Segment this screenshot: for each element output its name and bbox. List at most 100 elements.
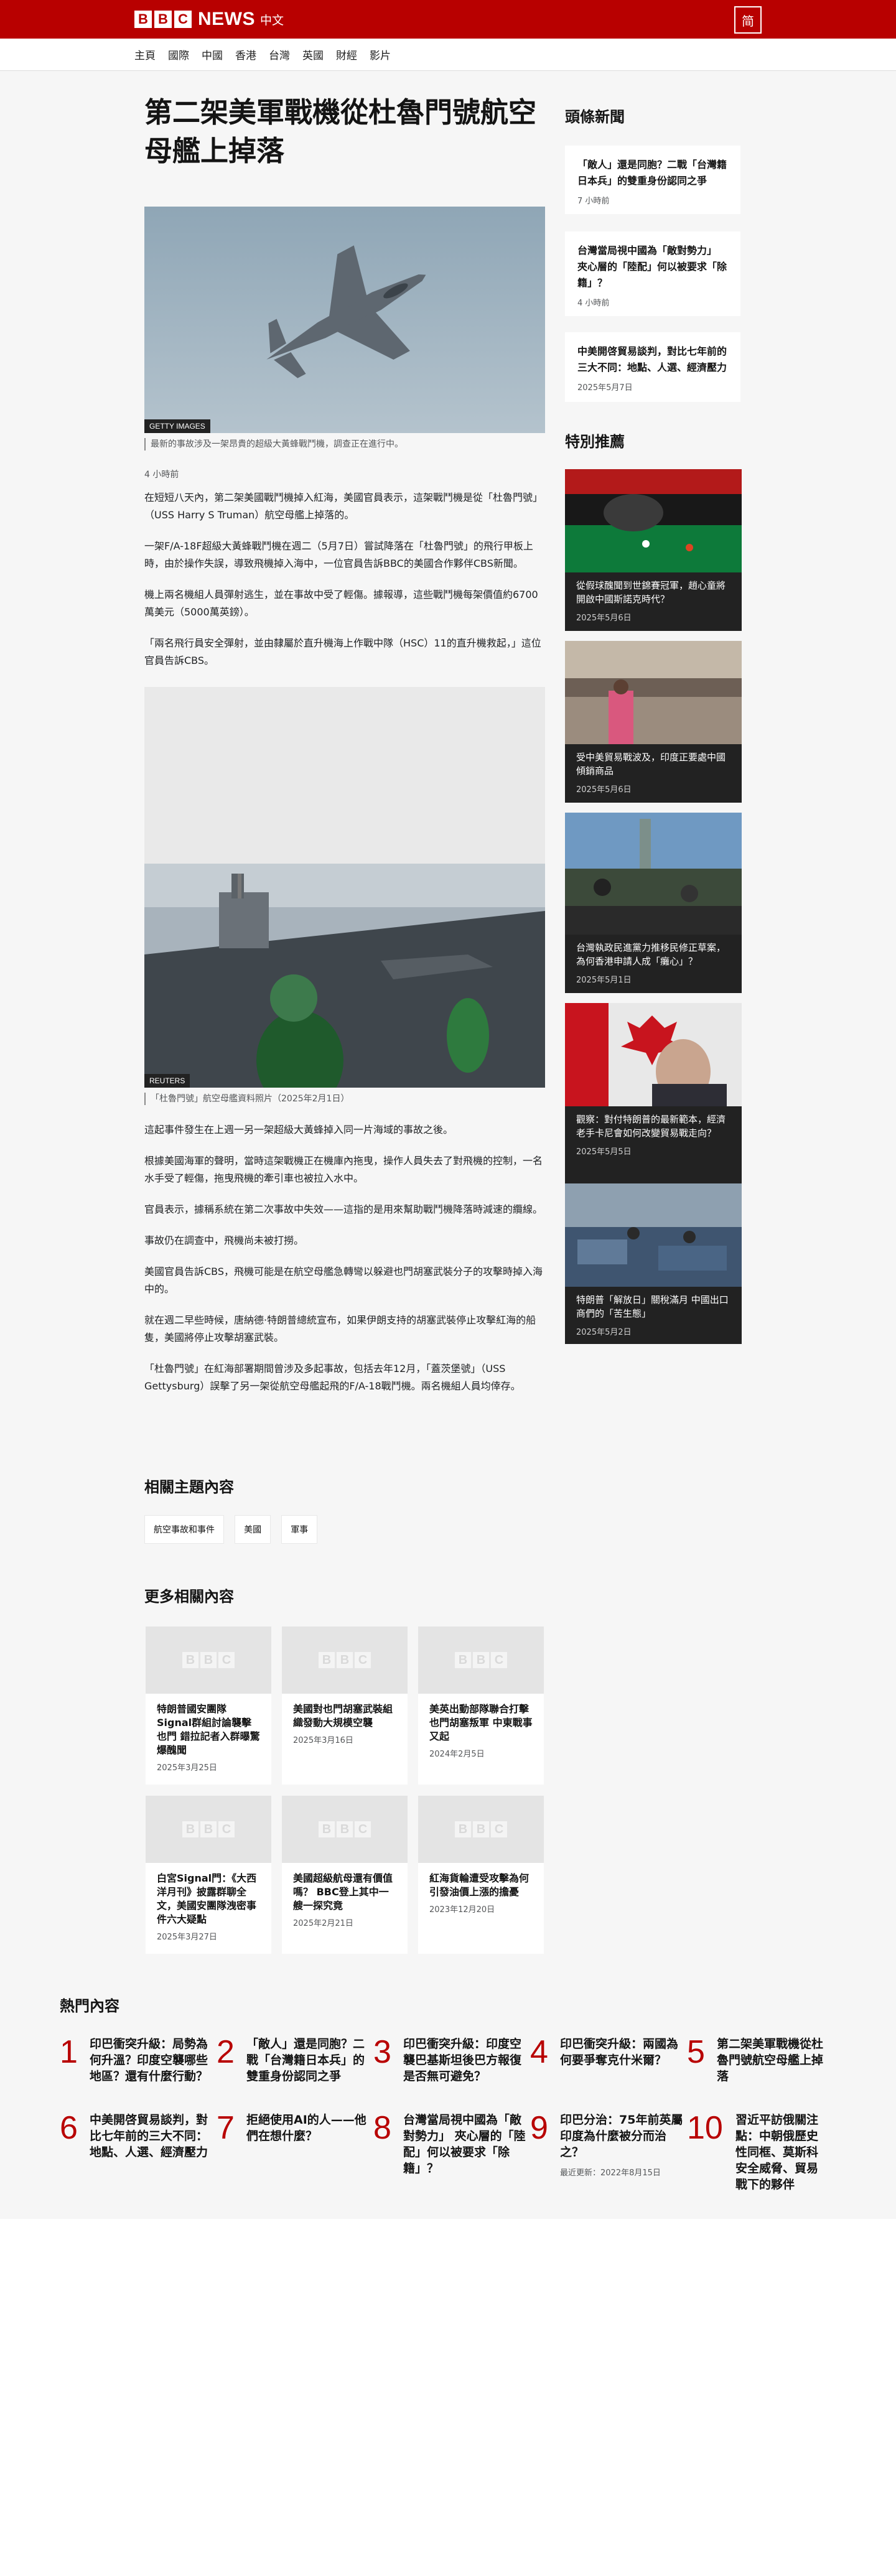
features-heading: 特別推薦 (565, 433, 625, 450)
card-title: 白宮Signal門：《大西洋月刊》披露群聊全文，美國安團隊洩密事件六大疑點 (157, 1872, 257, 1925)
feature-card[interactable]: 受中美貿易戰波及，印度正要處中國傾銷商品 2025年5月6日 (565, 641, 742, 803)
feature-date: 2025年5月5日 (576, 1147, 632, 1157)
article-paragraph: 一架F/A-18F超級大黃蜂戰鬥機在週二（5月7日）嘗試降落在「杜魯門號」的飛行… (144, 540, 533, 569)
popular-title: 習近平訪俄關注點：中朝俄歷史性同框、莫斯科安全威脅、貿易戰下的夥伴 (735, 2113, 819, 2191)
nav-item-video[interactable]: 影片 (370, 47, 391, 62)
image-credit: REUTERS (144, 1074, 190, 1088)
nav-item-uk[interactable]: 英國 (302, 47, 324, 62)
feature-title: 從假球醜聞到世錦賽冠軍，趙心童將開啟中國斯諾克時代？ (576, 580, 726, 605)
logo-letter: C (174, 11, 192, 28)
card-date: 2023年12月20日 (429, 1905, 495, 1915)
card-thumbnail: BBC (418, 1796, 544, 1863)
card-date: 2025年3月25日 (157, 1763, 217, 1773)
article-paragraph: 機上兩名機組人員彈射逃生，並在事故中受了輕傷。據報導，這些戰鬥機每架價值約670… (144, 589, 538, 618)
popular-heading: 熱門內容 (60, 1997, 119, 2015)
article-paragraph: 「杜魯門號」在紅海部署期間曾涉及多起事故，包括去年12月，「蓋茨堡號」（USS … (144, 1363, 521, 1392)
more-related-heading: 更多相關內容 (144, 1588, 234, 1605)
popular-title: 「敵人」還是同胞？二戰「台灣籍日本兵」的雙重身份認同之爭 (246, 2037, 365, 2083)
popular-item[interactable]: 1 印巴衝突升級：局勢為何升溫？印度空襲哪些地區？還有什麼行動？ (60, 2036, 214, 2084)
jet-image: GETTY IMAGES (144, 207, 545, 433)
snooker-illustration (565, 469, 742, 572)
related-card[interactable]: BBC 白宮Signal門：《大西洋月刊》披露群聊全文，美國安團隊洩密事件六大疑… (146, 1796, 271, 1954)
article-title: 第二架美軍戰機從杜魯門號航空母艦上掉落 (144, 96, 537, 167)
card-title: 美國對也門胡塞武裝組織發動大規模空襲 (293, 1703, 393, 1729)
article-paragraph: 美國官員告訴CBS，飛機可能是在航空母艦急轉彎以躲避也門胡塞武裝分子的攻擊時掉入… (144, 1266, 543, 1295)
related-card[interactable]: BBC 美國超級航母還有價值嗎？ BBC登上其中一艘一探究竟 2025年2月21… (282, 1796, 408, 1954)
site-header: B B C NEWS 中文 简 (0, 0, 896, 39)
topic-tag[interactable]: 美國 (235, 1515, 271, 1544)
fighter-jet-illustration (144, 207, 545, 433)
feature-card[interactable]: 特朗普「解放日」關稅滿月 中國出口商們的「苦生態」 2025年5月2日 (565, 1183, 742, 1344)
popular-item[interactable]: 8 台灣當局視中國為「敵對勢力」 夾心層的「陸配」何以被要求「除籍」？ (373, 2112, 528, 2177)
bbc-news-logo[interactable]: B B C NEWS 中文 (134, 9, 284, 30)
feature-card[interactable]: 台灣執政民進黨力推移民修正草案，為何香港申請人成「癱心」？ 2025年5月1日 (565, 813, 742, 993)
nav-item-world[interactable]: 國際 (168, 47, 189, 62)
popular-item[interactable]: 6 中美開啓貿易談判，對比七年前的三大不同：地點、人選、經濟壓力 (60, 2112, 214, 2160)
popular-item[interactable]: 3 印巴衝突升級：印度空襲巴基斯坦後巴方報復是否無可避免？ (373, 2036, 528, 2084)
article-paragraph: 事故仍在調查中，飛機尚未被打撈。 (144, 1234, 304, 1246)
feature-date: 2025年5月2日 (576, 1328, 632, 1337)
popular-item[interactable]: 2 「敵人」還是同胞？二戰「台灣籍日本兵」的雙重身份認同之爭 (217, 2036, 371, 2084)
aircraft-carrier-illustration (144, 864, 545, 1088)
popular-rank: 4 (530, 2034, 548, 2070)
popular-rank: 8 (373, 2110, 391, 2146)
top-story[interactable]: 「敵人」還是同胞？二戰「台灣籍日本兵」的雙重身份認同之爭 7 小時前 (565, 146, 740, 214)
bbc-placeholder-icon: BBC (182, 1821, 235, 1837)
feature-date: 2025年5月6日 (576, 785, 632, 795)
topic-tag[interactable]: 航空事故和事件 (144, 1515, 224, 1544)
feature-title: 特朗普「解放日」關稅滿月 中國出口商們的「苦生態」 (576, 1294, 729, 1319)
topic-tag[interactable]: 軍事 (281, 1515, 318, 1544)
popular-rank: 10 (687, 2110, 723, 2146)
card-thumbnail: BBC (418, 1626, 544, 1694)
lead-figure: GETTY IMAGES 最新的事故涉及一架昂貴的超級大黃蜂戰鬥機，調查正在進行… (144, 207, 545, 450)
article-paragraph: 這起事件發生在上週一另一架超級大黃蜂掉入同一片海域的事故之後。 (144, 1124, 454, 1136)
bbc-placeholder-icon: BBC (182, 1652, 235, 1668)
popular-item[interactable]: 9 印巴分治：75年前英屬印度為什麼被分而治之？ 最近更新：2022年8月15日 (530, 2112, 684, 2182)
top-story-date: 2025年5月7日 (577, 383, 633, 393)
popular-item[interactable]: 5 第二架美軍戰機從杜魯門號航空母艦上掉落 (687, 2036, 836, 2084)
article-paragraph: 根據美國海軍的聲明，當時這架戰機正在機庫內拖曳，操作人員失去了對飛機的控制，一名… (144, 1155, 543, 1184)
garment-workshop-illustration (565, 1183, 742, 1287)
top-story-date: 4 小時前 (577, 299, 610, 308)
bbc-blocks: B B C (134, 11, 192, 28)
related-card[interactable]: BBC 美國對也門胡塞武裝組織發動大規模空襲 2025年3月16日 (282, 1626, 408, 1785)
nav-item-china[interactable]: 中國 (202, 47, 223, 62)
popular-title: 印巴分治：75年前英屬印度為什麼被分而治之？ (560, 2113, 683, 2159)
top-story-date: 7 小時前 (577, 197, 610, 206)
card-thumbnail: BBC (146, 1626, 271, 1694)
top-story-title: 「敵人」還是同胞？二戰「台灣籍日本兵」的雙重身份認同之爭 (577, 159, 727, 187)
popular-rank: 9 (530, 2110, 548, 2146)
card-thumbnail: BBC (282, 1796, 408, 1863)
bbc-placeholder-icon: BBC (455, 1821, 507, 1837)
card-date: 2025年3月16日 (293, 1736, 353, 1745)
popular-item[interactable]: 7 拒絕使用AI的人——他們在想什麼？ (217, 2112, 371, 2144)
popular-item[interactable]: 10 習近平訪俄關注點：中朝俄歷史性同框、莫斯科安全威脅、貿易戰下的夥伴 (687, 2112, 836, 2193)
image-credit: GETTY IMAGES (144, 419, 210, 433)
popular-title: 中美開啓貿易談判，對比七年前的三大不同：地點、人選、經濟壓力 (90, 2113, 208, 2159)
textile-factory-illustration (565, 641, 742, 744)
popular-rank: 3 (373, 2034, 391, 2070)
taipei-street-illustration (565, 813, 742, 935)
nav-item-home[interactable]: 主頁 (134, 47, 156, 62)
script-switch-button[interactable]: 简 (734, 6, 762, 34)
feature-card[interactable]: 從假球醜聞到世錦賽冠軍，趙心童將開啟中國斯諾克時代？ 2025年5月6日 (565, 469, 742, 631)
popular-title: 印巴衝突升級：兩國為何要爭奪克什米爾？ (560, 2037, 679, 2067)
feature-image-carney (565, 1003, 742, 1106)
card-title: 特朗普國安團隊Signal群組討論襲擊也門 錯拉記者入群曝驚爆醜聞 (157, 1703, 260, 1756)
related-card[interactable]: BBC 特朗普國安團隊Signal群組討論襲擊也門 錯拉記者入群曝驚爆醜聞 20… (146, 1626, 271, 1785)
nav-item-hongkong[interactable]: 香港 (235, 47, 256, 62)
language-label: 中文 (260, 13, 284, 27)
related-card[interactable]: BBC 紅海貨輪遭受攻擊為何引發油價上漲的擔憂 2023年12月20日 (418, 1796, 544, 1954)
popular-item[interactable]: 4 印巴衝突升級：兩國為何要爭奪克什米爾？ (530, 2036, 684, 2068)
related-card[interactable]: BBC 美英出動部隊聯合打擊也門胡塞叛軍 中東戰事又起 2024年2月5日 (418, 1626, 544, 1785)
feature-title: 受中美貿易戰波及，印度正要處中國傾銷商品 (576, 752, 726, 777)
feature-card[interactable]: 觀察：對付特朗普的最新範本，經濟老手卡尼會如何改變貿易戰走向？ 2025年5月5… (565, 1003, 742, 1183)
nav-item-taiwan[interactable]: 台灣 (269, 47, 290, 62)
top-story[interactable]: 中美開啓貿易談判，對比七年前的三大不同：地點、人選、經濟壓力 2025年5月7日 (565, 332, 740, 402)
bbc-placeholder-icon: BBC (319, 1652, 371, 1668)
top-story-title: 中美開啓貿易談判，對比七年前的三大不同：地點、人選、經濟壓力 (577, 345, 727, 373)
top-story[interactable]: 台灣當局視中國為「敵對勢力」 夾心層的「陸配」何以被要求「除籍」？ 4 小時前 (565, 231, 740, 316)
popular-rank: 7 (217, 2110, 235, 2146)
popular-date: 最近更新：2022年8月15日 (560, 2168, 661, 2178)
nav-item-business[interactable]: 財經 (336, 47, 357, 62)
